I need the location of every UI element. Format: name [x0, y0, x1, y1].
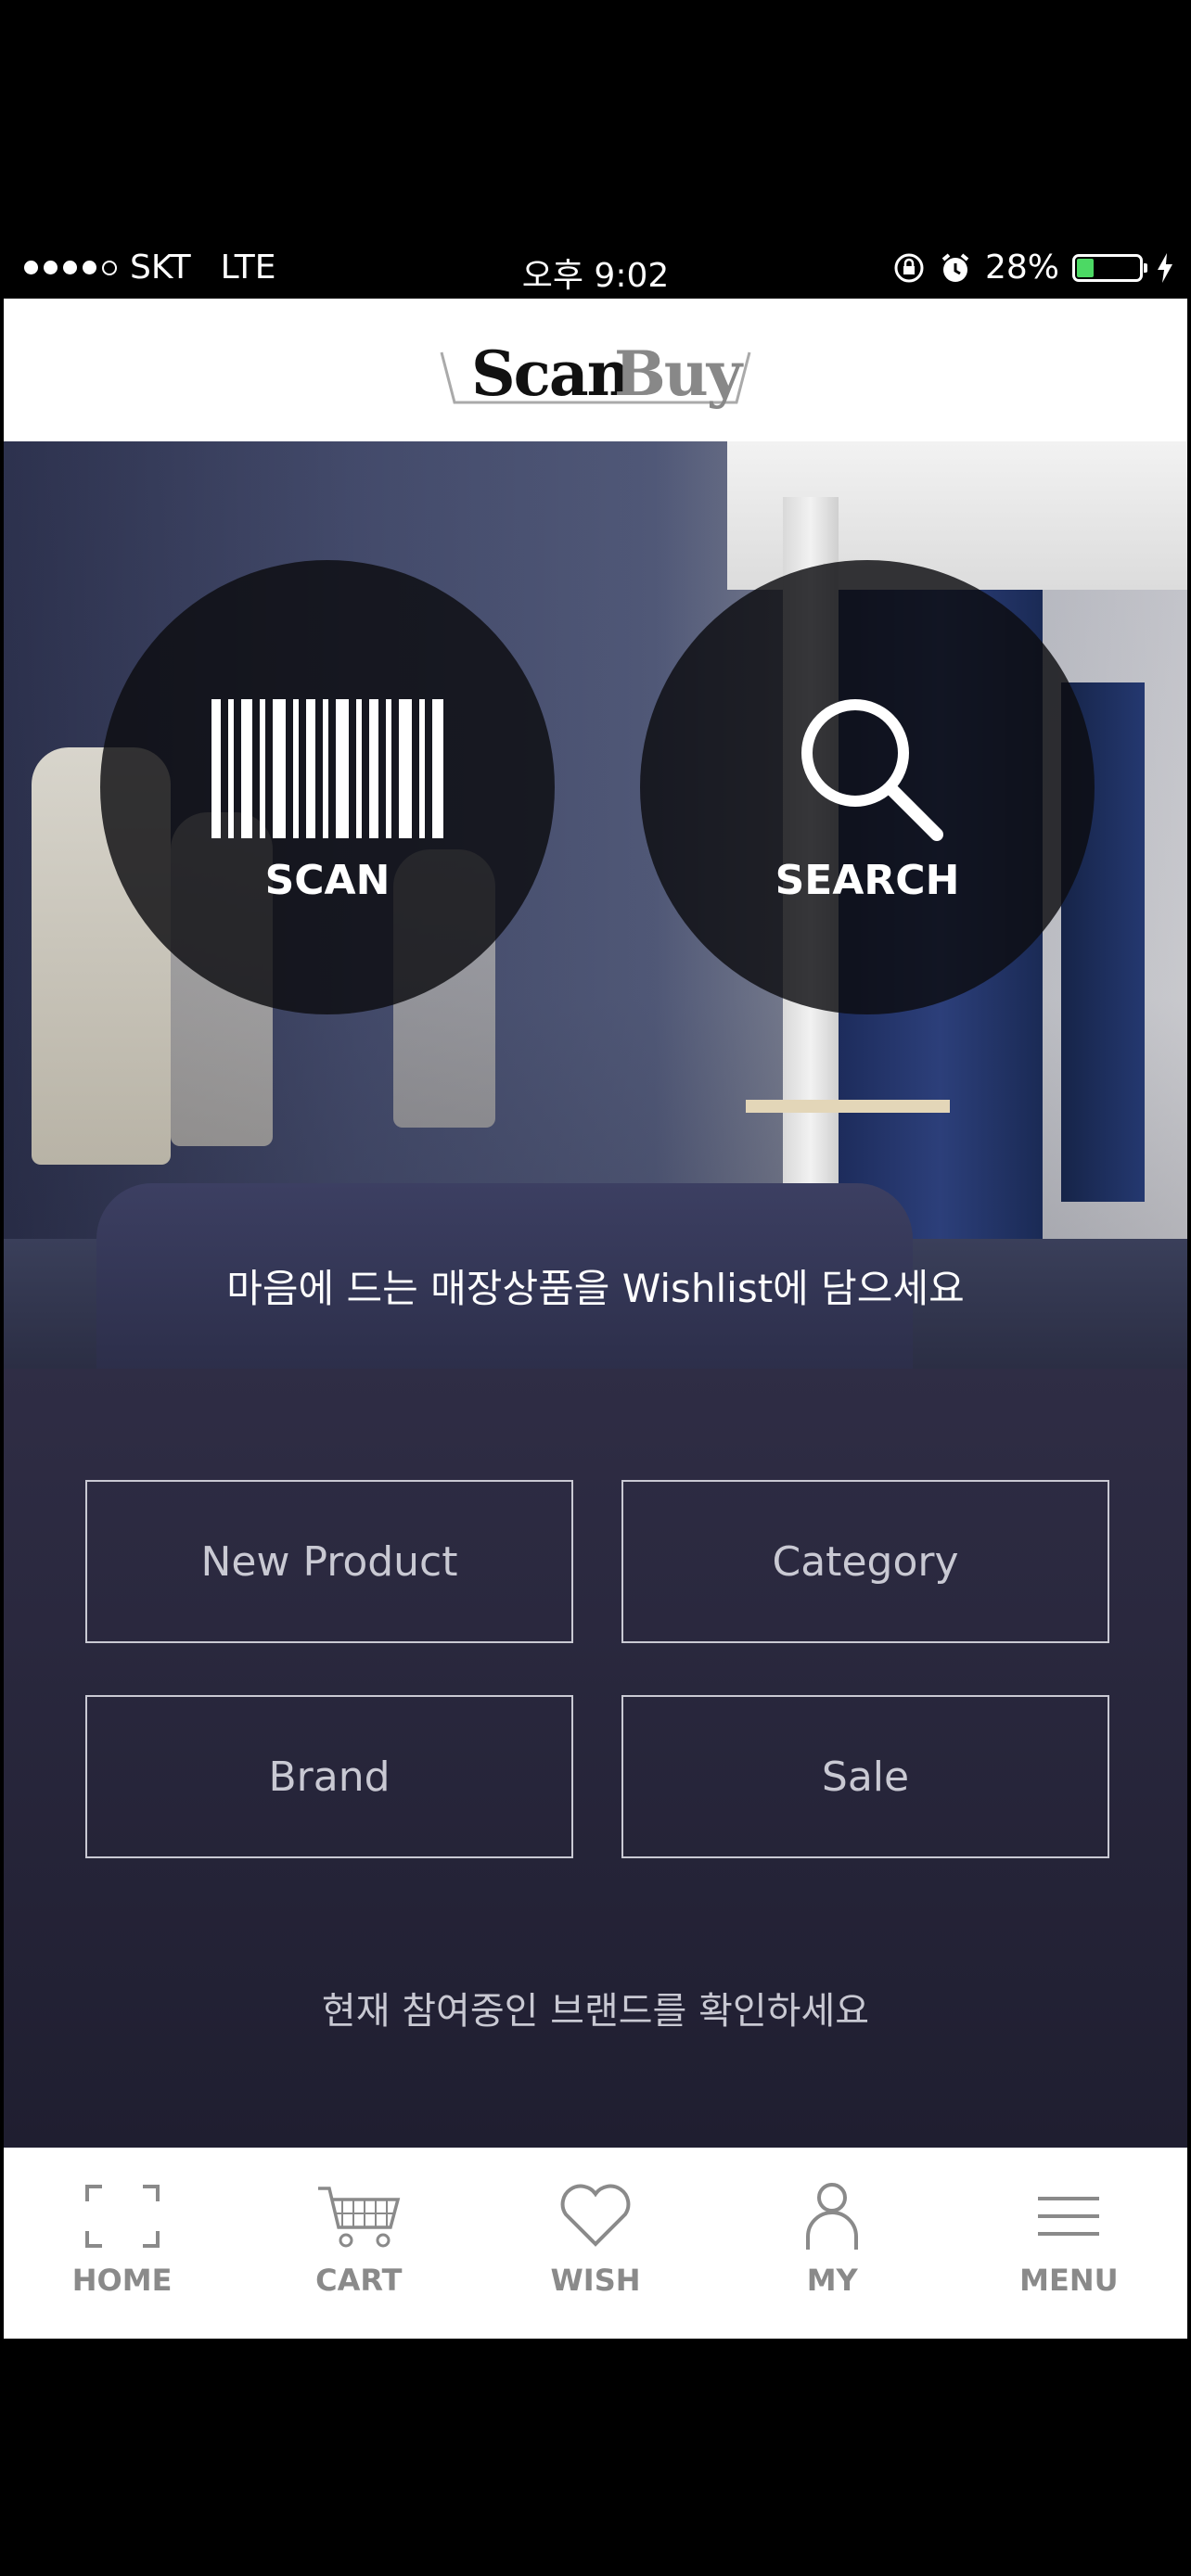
app-screen: SKT LTE 오후 9:02 28% Scan Buy SCAN SEARCH…: [4, 239, 1187, 2339]
participating-brands-link[interactable]: 현재 참여중인 브랜드를 확인하세요: [4, 1981, 1187, 2034]
search-button[interactable]: SEARCH: [640, 560, 1095, 1014]
person-icon: [806, 2183, 859, 2250]
barcode-icon: [211, 699, 443, 838]
hero-banner: SCAN SEARCH 마음에 드는 매장상품을 Wishlist에 담으세요: [4, 441, 1187, 1369]
charging-bolt-icon: [1158, 252, 1172, 283]
tab-my-label: MY: [806, 2263, 858, 2298]
search-icon: [801, 699, 943, 841]
tab-my[interactable]: MY: [714, 2148, 951, 2339]
bottom-tab-bar: HOME CART WISH MY MENU: [4, 2148, 1187, 2339]
scan-button[interactable]: SCAN: [100, 560, 555, 1014]
rotation-lock-icon: [894, 253, 924, 282]
battery-icon: [1072, 253, 1147, 282]
tab-home[interactable]: HOME: [4, 2148, 240, 2339]
scanbuy-logo[interactable]: Scan Buy: [438, 328, 753, 412]
sale-button[interactable]: Sale: [621, 1695, 1109, 1858]
tab-cart-label: CART: [315, 2263, 403, 2298]
display-shelf: [746, 1100, 950, 1113]
brand-button[interactable]: Brand: [85, 1695, 573, 1858]
status-bar: SKT LTE 오후 9:02 28%: [4, 239, 1187, 299]
tab-cart[interactable]: CART: [240, 2148, 477, 2339]
scan-frame-icon: [84, 2185, 160, 2248]
scan-label: SCAN: [264, 857, 391, 904]
tab-home-label: HOME: [71, 2263, 173, 2298]
heart-icon: [560, 2184, 631, 2247]
cart-icon: [317, 2187, 401, 2248]
new-product-button[interactable]: New Product: [85, 1480, 573, 1643]
battery-percent: 28%: [984, 249, 1059, 287]
category-button[interactable]: Category: [621, 1480, 1109, 1643]
shortcut-panel: New Product Category Brand Sale 현재 참여중인 …: [4, 1369, 1187, 2148]
hero-tagline: 마음에 드는 매장상품을 Wishlist에 담으세요: [226, 1266, 965, 1311]
logo-text-scan: Scan: [471, 338, 632, 410]
tab-menu[interactable]: MENU: [951, 2148, 1187, 2339]
alarm-icon: [941, 252, 969, 282]
logo-text-buy: Buy: [614, 338, 742, 410]
app-header: Scan Buy: [4, 299, 1187, 441]
tab-wish[interactable]: WISH: [477, 2148, 713, 2339]
hamburger-icon: [1038, 2197, 1100, 2236]
tab-menu-label: MENU: [1019, 2263, 1119, 2298]
tab-wish-label: WISH: [550, 2263, 641, 2298]
search-label: SEARCH: [775, 857, 960, 904]
